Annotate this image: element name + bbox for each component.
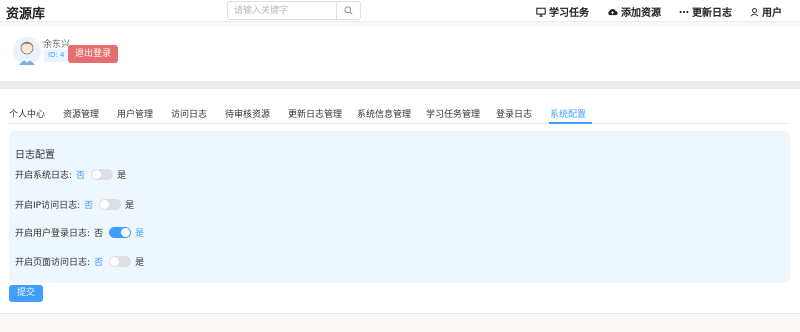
tab-update-log-management[interactable]: 更新日志管理	[288, 107, 342, 120]
tab-resource-management[interactable]: 资源管理	[63, 107, 99, 120]
off-option-label: 否	[76, 170, 86, 181]
avatar	[12, 35, 42, 67]
nav-update-log-label: 更新日志	[692, 8, 732, 19]
search-box	[227, 1, 361, 20]
profile-card: 余东兴 ID: 4 退出登录	[0, 27, 800, 81]
section-divider	[0, 81, 800, 89]
off-option-label: 否	[94, 257, 104, 268]
user-id-badge: ID: 4	[44, 49, 69, 62]
page-log-label: 开启页面访问日志:	[15, 257, 91, 268]
config-row-system-log: 开启系统日志: 否 是	[15, 167, 126, 181]
config-row-page-log: 开启页面访问日志: 否 是	[15, 254, 144, 268]
nav-update-log[interactable]: 更新日志	[679, 4, 732, 19]
config-row-login-log: 开启用户登录日志: 否 是	[15, 225, 144, 239]
search-input[interactable]	[228, 2, 336, 19]
top-navbar: 资源库 学习任务 添加资源	[0, 0, 800, 22]
avatar-illustration-icon	[13, 37, 41, 65]
nav-learning-tasks[interactable]: 学习任务	[536, 4, 589, 19]
nav-learning-tasks-label: 学习任务	[549, 8, 589, 19]
nav-user[interactable]: 用户	[750, 4, 782, 19]
on-option-label: 是	[117, 170, 127, 181]
system-log-switch[interactable]	[91, 168, 114, 180]
off-option-label: 否	[84, 200, 94, 211]
nav-add-resource[interactable]: 添加资源	[607, 4, 661, 19]
on-option-label: 是	[125, 200, 135, 211]
switch-knob	[110, 256, 120, 266]
admin-tabs: 个人中心 资源管理 用户管理 访问日志 待审核资源 更新日志管理 系统信息管理 …	[9, 105, 790, 124]
off-option-label: 否	[94, 228, 104, 239]
tab-user-management[interactable]: 用户管理	[117, 107, 153, 120]
ip-log-label: 开启IP访问日志:	[15, 200, 81, 211]
search-icon	[344, 6, 353, 15]
tab-login-log[interactable]: 登录日志	[496, 107, 532, 120]
log-config-panel: 日志配置 开启系统日志: 否 是 开启IP访问日志: 否 是 开启用户登录日志:…	[9, 131, 790, 283]
login-log-switch[interactable]	[109, 226, 132, 238]
ip-log-switch[interactable]	[99, 198, 122, 210]
system-log-label: 开启系统日志:	[15, 170, 73, 181]
tab-system-config[interactable]: 系统配置	[550, 107, 586, 120]
log-config-title: 日志配置	[15, 150, 55, 161]
cloud-upload-icon	[608, 8, 618, 15]
submit-button[interactable]: 提交	[9, 285, 43, 302]
nav-user-label: 用户	[762, 8, 782, 19]
tab-learning-task-management[interactable]: 学习任务管理	[426, 107, 480, 120]
config-row-ip-log: 开启IP访问日志: 否 是	[15, 197, 134, 211]
user-icon	[750, 7, 759, 16]
switch-knob	[121, 227, 131, 237]
switch-knob	[100, 199, 110, 209]
more-dots-icon	[679, 10, 689, 13]
search-button[interactable]	[336, 2, 360, 19]
nav-links: 学习任务 添加资源 更新日志 用户	[536, 4, 782, 19]
on-option-label: 是	[135, 228, 145, 239]
logout-button[interactable]: 退出登录	[68, 45, 118, 63]
tab-pending-resources[interactable]: 待审核资源	[225, 107, 270, 120]
tab-access-log[interactable]: 访问日志	[171, 107, 207, 120]
switch-knob	[92, 169, 102, 179]
site-brand[interactable]: 资源库	[6, 3, 45, 22]
tab-personal-center[interactable]: 个人中心	[9, 107, 45, 120]
nav-add-resource-label: 添加资源	[621, 8, 661, 19]
monitor-icon	[536, 7, 546, 17]
main-panel: 个人中心 资源管理 用户管理 访问日志 待审核资源 更新日志管理 系统信息管理 …	[0, 89, 800, 314]
tab-system-info-management[interactable]: 系统信息管理	[357, 107, 411, 120]
active-tab-indicator	[549, 122, 592, 124]
on-option-label: 是	[135, 257, 145, 268]
login-log-label: 开启用户登录日志:	[15, 228, 91, 239]
page-log-switch[interactable]	[109, 255, 132, 267]
